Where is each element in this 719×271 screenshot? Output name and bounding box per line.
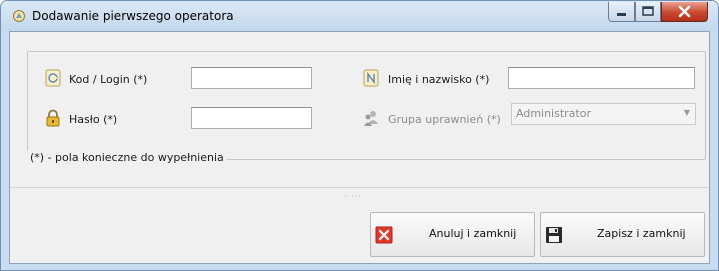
dialog-body: Kod / Login (*) Hasło (*) Imię i nazwisk… bbox=[9, 31, 710, 264]
password-label: Hasło (*) bbox=[69, 113, 118, 126]
red-x-icon bbox=[375, 226, 393, 244]
chevron-down-icon: ▼ bbox=[683, 108, 690, 117]
save-button-label: Zapisz i zamknij bbox=[597, 227, 686, 240]
title-bar[interactable]: Dodawanie pierwszego operatora bbox=[1, 1, 718, 31]
close-icon bbox=[678, 5, 691, 18]
required-fields-note: (*) - pola konieczne do wypełnienia bbox=[27, 151, 227, 164]
login-input[interactable] bbox=[191, 67, 312, 89]
splitter-grip[interactable]: ····· bbox=[344, 192, 362, 201]
app-icon bbox=[13, 10, 25, 22]
login-label: Kod / Login (*) bbox=[69, 73, 148, 86]
users-group-icon bbox=[364, 111, 378, 126]
id-card-icon bbox=[45, 69, 61, 87]
maximize-button[interactable] bbox=[635, 2, 661, 22]
name-input[interactable] bbox=[508, 67, 695, 89]
maximize-icon bbox=[642, 6, 654, 16]
group-label: Grupa uprawnień (*) bbox=[388, 113, 501, 126]
padlock-icon bbox=[46, 109, 60, 127]
close-button[interactable] bbox=[661, 2, 708, 22]
floppy-disk-icon bbox=[546, 227, 562, 243]
group-select-value: Administrator bbox=[516, 107, 591, 120]
group-select: Administrator ▼ bbox=[511, 103, 696, 125]
minimize-icon bbox=[617, 13, 626, 16]
name-label: Imię i nazwisko (*) bbox=[388, 73, 490, 86]
form-panel: Kod / Login (*) Hasło (*) Imię i nazwisk… bbox=[10, 32, 709, 188]
cancel-button[interactable]: Anuluj i zamknij bbox=[370, 212, 535, 257]
name-card-icon bbox=[363, 69, 379, 87]
minimize-button[interactable] bbox=[608, 2, 635, 22]
password-input[interactable] bbox=[191, 107, 312, 129]
save-button[interactable]: Zapisz i zamknij bbox=[540, 212, 705, 257]
dialog-window: Dodawanie pierwszego operatora Kod / Log… bbox=[0, 0, 719, 271]
window-title: Dodawanie pierwszego operatora bbox=[32, 9, 234, 23]
cancel-button-label: Anuluj i zamknij bbox=[429, 227, 517, 240]
